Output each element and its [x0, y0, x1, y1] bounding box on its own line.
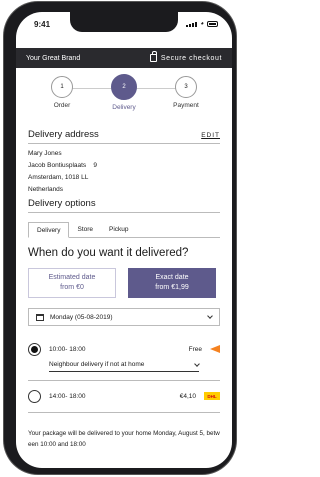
calendar-icon [36, 313, 44, 321]
checkout-steps: 1 Order 2 Delivery 3 Payment [16, 74, 232, 122]
neighbour-chevron-down-icon [194, 360, 200, 367]
estimated-date-line1: Estimated date [48, 274, 96, 281]
notch [70, 12, 178, 32]
address-street: Jacob Bontiusplaats [28, 162, 87, 169]
step-payment[interactable]: 3 Payment [156, 76, 216, 109]
signal-icon [186, 21, 198, 27]
screen: 9:41 ◕ Your Great Brand Secure checkout … [16, 12, 232, 468]
step-order-label: Order [53, 102, 71, 109]
secure-checkout: Secure checkout [149, 51, 222, 62]
secure-checkout-label: Secure checkout [160, 54, 222, 62]
tab-delivery[interactable]: Delivery [28, 222, 70, 238]
step-order-circle: 1 [51, 76, 73, 98]
date-select[interactable]: Monday (05-08-2019) [28, 308, 220, 326]
lock-icon [149, 51, 157, 62]
slot-2-radio[interactable] [28, 389, 41, 403]
address-city: Amsterdam, 1018 LL [28, 174, 89, 181]
slot-1-time: 10:00- 18:00 [49, 345, 86, 353]
address-street-line: Jacob Bontiusplaats 9 [28, 160, 97, 172]
brand-name: Your Great Brand [26, 54, 81, 62]
delivery-options-title: Delivery options [28, 198, 96, 209]
slot-divider [28, 380, 220, 381]
brand-bar: Your Great Brand Secure checkout [16, 48, 232, 68]
delivery-address-title: Delivery address [28, 129, 99, 140]
tab-pickup[interactable]: Pickup [101, 222, 137, 238]
neighbour-delivery-label: Neighbour delivery if not at home [49, 361, 145, 368]
tab-store[interactable]: Store [69, 222, 101, 238]
estimated-date-line2: from €0 [60, 284, 84, 291]
address-name: Mary Jones [28, 150, 62, 157]
step-delivery-circle: 2 [111, 74, 137, 100]
address-country: Netherlands [28, 186, 64, 193]
postnl-logo-icon [210, 345, 220, 353]
exact-date-button[interactable]: Exact date from €1,99 [128, 268, 216, 298]
time-slot-1[interactable]: 10:00- 18:00 Free Neighbour delivery if … [28, 340, 220, 372]
step-order[interactable]: 1 Order [32, 76, 92, 109]
edit-address-link[interactable]: EDIT [201, 132, 220, 139]
delivery-note: Your package will be delivered to your h… [28, 430, 220, 448]
delivery-tabs: Delivery Store Pickup [28, 222, 220, 238]
slot-divider-2 [28, 412, 220, 413]
step-delivery[interactable]: 2 Delivery [94, 74, 154, 111]
time-slot-2[interactable]: 14:00- 18:00 €4,10 DHL [28, 387, 220, 405]
slot-2-price: €4,10 [179, 392, 196, 400]
slot-2-time: 14:00- 18:00 [49, 392, 86, 400]
chevron-down-icon [207, 313, 213, 319]
date-select-value: Monday (05-08-2019) [50, 313, 113, 321]
step-payment-label: Payment [173, 102, 199, 109]
delivery-address-header: Delivery address EDIT [28, 129, 220, 144]
status-bar: 9:41 ◕ [16, 12, 232, 40]
exact-date-line1: Exact date [155, 274, 189, 281]
dhl-logo-icon: DHL [204, 392, 220, 400]
phone-frame: 9:41 ◕ Your Great Brand Secure checkout … [4, 2, 236, 474]
slot-1-price: Free [188, 345, 202, 353]
exact-date-line2: from €1,99 [155, 284, 189, 291]
delivery-options-header: Delivery options [28, 198, 220, 213]
delivery-question: When do you want it delivered? [28, 247, 189, 259]
wifi-icon: ◕ [200, 21, 204, 27]
status-time: 9:41 [34, 20, 51, 29]
address-block: Mary Jones Jacob Bontiusplaats 9 Amsterd… [28, 148, 97, 196]
address-number: 9 [93, 162, 98, 169]
step-payment-circle: 3 [175, 76, 197, 98]
slot-1-radio[interactable] [28, 342, 41, 356]
neighbour-delivery-select[interactable]: Neighbour delivery if not at home [49, 358, 200, 372]
battery-icon [207, 21, 218, 27]
step-delivery-label: Delivery [112, 104, 136, 111]
system-icons: ◕ [186, 21, 218, 27]
estimated-date-button[interactable]: Estimated date from €0 [28, 268, 116, 298]
